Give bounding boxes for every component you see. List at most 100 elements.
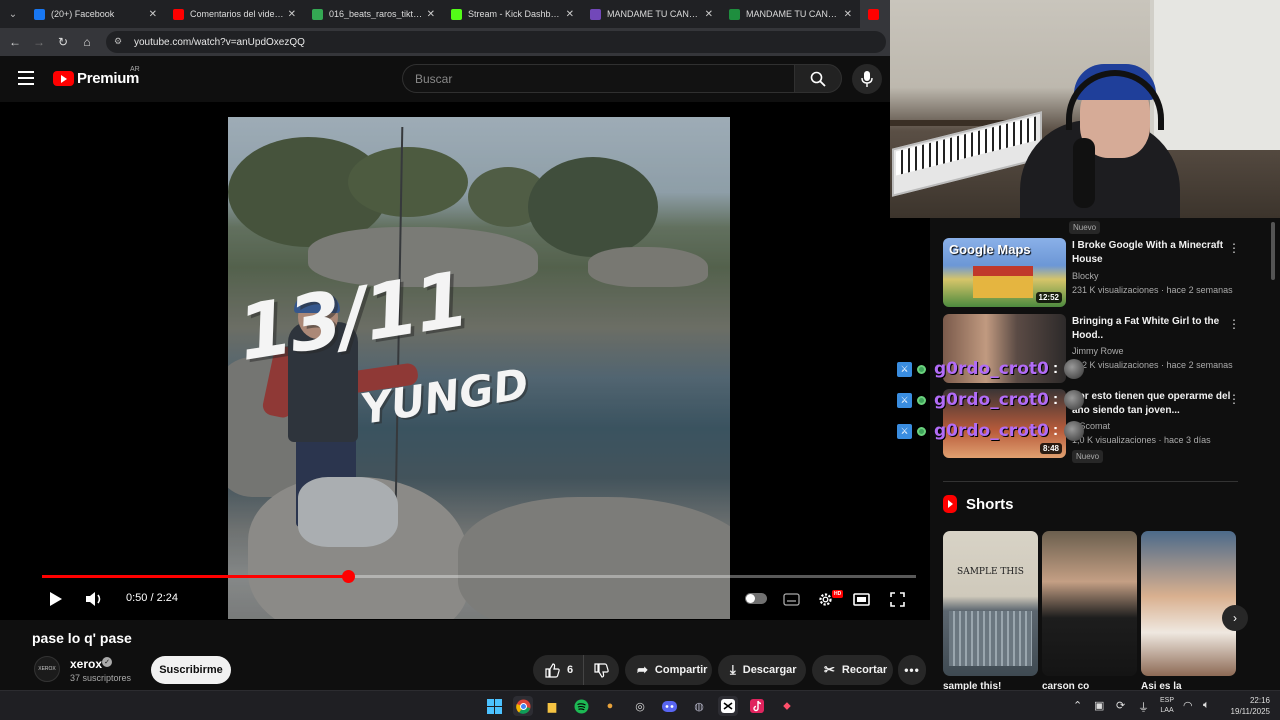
short-thumb-text: SAMPLE THIS [957, 567, 1024, 577]
close-tab-icon[interactable]: ✕ [149, 9, 157, 20]
recommendation-title: I Broke Google With a Minecraft House [1072, 240, 1224, 265]
like-dislike-group: 6 [533, 655, 619, 685]
short-thumbnail[interactable] [1141, 531, 1236, 676]
map-pin-icon[interactable]: ⬥ [777, 696, 797, 716]
tray-app-icon[interactable]: ▣ [1094, 699, 1104, 712]
youtube-logo[interactable]: Premium AR [53, 66, 140, 87]
fl-studio-icon[interactable]: ● [600, 696, 620, 716]
recommendation-item[interactable]: Google Maps 12:52 I Broke Google With a … [943, 238, 1253, 308]
fullscreen-button[interactable] [887, 588, 907, 610]
play-button[interactable] [46, 588, 66, 610]
time-display: 0:50 / 2:24 [126, 592, 178, 604]
browser-tab[interactable]: MANDAME TU CANCION ✕ [582, 0, 721, 28]
chat-separator: : [1052, 422, 1059, 439]
shorts-icon [943, 495, 957, 513]
channel-name[interactable]: xerox [70, 657, 102, 671]
close-tab-icon[interactable]: ✕ [705, 9, 713, 20]
emote-icon [1064, 390, 1085, 410]
sword-badge-icon: ⚔ [897, 392, 912, 408]
channel-avatar[interactable]: XEROX [34, 656, 60, 682]
sidebar-scrollbar[interactable] [1271, 222, 1275, 280]
chat-message: ⚔ g0rdo_crot0 : [897, 358, 1085, 380]
chat-username: g0rdo_crot0 [934, 390, 1049, 410]
tab-title: 016_beats_raros_tiktok.mp [329, 9, 423, 19]
obs-icon[interactable]: ◎ [630, 696, 650, 716]
new-badge: Nuevo [1069, 221, 1101, 234]
share-icon: ➦ [637, 662, 648, 677]
more-vertical-icon[interactable]: ⋮ [1228, 241, 1240, 255]
recommendation-meta: 231 K visualizaciones · hace 2 semanas [1072, 285, 1233, 295]
subtitles-button[interactable] [781, 588, 801, 610]
tray-sync-icon[interactable]: ⟳ [1116, 699, 1125, 712]
menu-icon[interactable] [18, 71, 34, 85]
spotify-icon[interactable] [571, 696, 591, 716]
like-button[interactable]: 6 [533, 655, 584, 685]
dislike-button[interactable] [584, 655, 619, 685]
verified-badge-icon [917, 395, 926, 405]
volume-icon [86, 592, 101, 606]
app-icon[interactable]: ◍ [689, 696, 709, 716]
browser-tab[interactable]: Stream - Kick Dashboard ✕ [443, 0, 582, 28]
more-actions-button[interactable]: ••• [898, 655, 926, 685]
close-tab-icon[interactable]: ✕ [427, 9, 435, 20]
forms-icon [590, 8, 601, 20]
progress-bar[interactable] [42, 570, 916, 583]
browser-tab[interactable]: (62 [860, 0, 890, 28]
close-tab-icon[interactable]: ✕ [844, 9, 852, 20]
file-explorer-icon[interactable]: ▆ [542, 696, 562, 716]
back-icon[interactable]: ← [3, 30, 27, 54]
windows-taskbar: ▆ ● ◎ ◍ ⬥ ⌃ ▣ ⟳ ⏚ ESP LAA ◠ 🔈︎ 22:16 19/… [0, 690, 1280, 720]
language-indicator[interactable]: ESP LAA [1160, 696, 1174, 716]
video-player[interactable]: 13/11 YUNGD [0, 102, 930, 620]
tab-title: (20+) Facebook [51, 9, 115, 19]
wifi-icon[interactable]: ◠ [1183, 699, 1193, 712]
facebook-icon [34, 8, 45, 20]
recommendation-thumbnail[interactable]: Google Maps 12:52 [943, 238, 1066, 307]
capcut-icon[interactable] [718, 696, 738, 716]
discord-icon[interactable] [659, 696, 679, 716]
chevron-right-icon[interactable]: › [1222, 605, 1248, 631]
browser-tab[interactable]: MANDAME TU CANCION ✕ [721, 0, 860, 28]
voice-search-button[interactable] [852, 64, 882, 94]
speaker-icon[interactable]: 🔈︎ [1203, 699, 1210, 712]
shorts-label: Shorts [966, 495, 1014, 513]
home-icon[interactable]: ⌂ [75, 30, 99, 54]
sword-badge-icon: ⚔ [897, 361, 912, 377]
browser-tab[interactable]: (20+) Facebook ✕ [26, 0, 165, 28]
short-thumbnail[interactable] [1042, 531, 1137, 676]
subscribe-button[interactable]: Suscribirme [151, 656, 231, 684]
clip-button[interactable]: ✂ Recortar [812, 655, 893, 685]
clock[interactable]: 22:16 19/11/2025 [1222, 695, 1270, 717]
browser-tab[interactable]: Comentarios del video - Y ✕ [165, 0, 304, 28]
search-input[interactable]: Buscar [402, 64, 794, 93]
close-tab-icon[interactable]: ✕ [566, 9, 574, 20]
tab-search-icon[interactable]: ⌄ [0, 0, 26, 28]
address-bar[interactable]: ⚙ youtube.com/watch?v=anUpdOxezQQ [106, 31, 886, 53]
chat-message: ⚔ g0rdo_crot0 : [897, 420, 1085, 442]
theater-mode-button[interactable] [851, 588, 871, 610]
scrubber-handle[interactable] [342, 570, 355, 583]
browser-toolbar: ← → ↻ ⌂ ⚙ youtube.com/watch?v=anUpdOxezQ… [0, 28, 890, 56]
share-button[interactable]: ➦ Compartir [625, 655, 712, 685]
browser-tab[interactable]: 016_beats_raros_tiktok.mp ✕ [304, 0, 443, 28]
short-thumbnail[interactable]: SAMPLE THIS [943, 531, 1038, 676]
volume-button[interactable] [84, 588, 104, 610]
download-button[interactable]: ⤓ Descargar [718, 655, 806, 685]
search-button[interactable] [794, 64, 842, 93]
reload-icon[interactable]: ↻ [51, 30, 75, 54]
close-tab-icon[interactable]: ✕ [288, 9, 296, 20]
chat-separator: : [1052, 360, 1059, 377]
chevron-up-icon[interactable]: ⌃ [1073, 699, 1082, 712]
autoplay-toggle[interactable] [745, 593, 767, 604]
more-vertical-icon[interactable]: ⋮ [1228, 317, 1240, 331]
tab-title: Comentarios del video - Y [190, 9, 284, 19]
forward-icon[interactable]: → [27, 30, 51, 54]
tray-mic-icon[interactable]: ⏚ [1138, 699, 1149, 715]
tab-title: MANDAME TU CANCION [746, 9, 840, 19]
more-vertical-icon[interactable]: ⋮ [1228, 392, 1240, 406]
tiktok-icon[interactable] [747, 696, 767, 716]
windows-start-icon[interactable] [484, 696, 504, 716]
site-info-icon[interactable]: ⚙ [114, 36, 126, 48]
tab-title: MANDAME TU CANCION [607, 9, 701, 19]
chrome-icon[interactable] [513, 696, 533, 716]
